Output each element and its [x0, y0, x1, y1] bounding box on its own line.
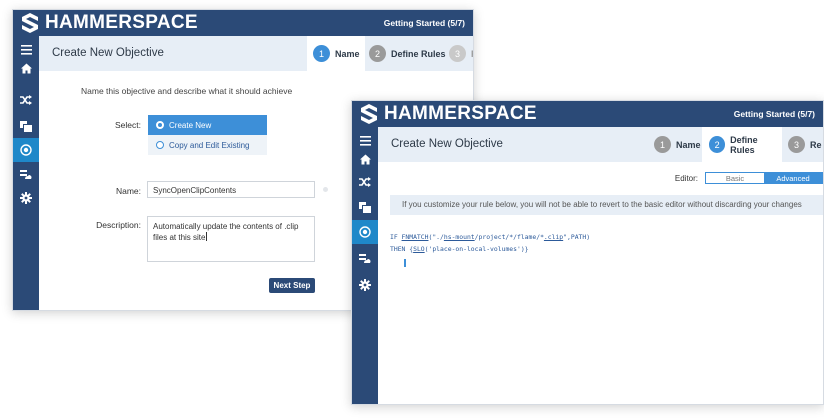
- step-review[interactable]: 3 Re: [788, 127, 822, 162]
- radio-dot: [156, 141, 164, 149]
- step-label: Define Rules: [391, 48, 446, 59]
- brand-name: HAMMERSPACE: [384, 103, 537, 124]
- step-define-rules[interactable]: 2 Define Rules: [369, 36, 446, 71]
- target-icon[interactable]: [13, 138, 39, 162]
- target-icon[interactable]: [352, 220, 378, 244]
- next-step-button[interactable]: Next Step: [269, 278, 315, 293]
- editor-label: Editor:: [674, 173, 698, 183]
- step-label: Name: [335, 48, 360, 59]
- code-line: THEN {SLO('place-on-local-volumes')}: [390, 245, 529, 253]
- basic-editor-button[interactable]: Basic: [706, 173, 764, 183]
- step-number: 3: [788, 136, 805, 153]
- hammerspace-logo[interactable]: HAMMERSPACE: [13, 10, 198, 36]
- editor-mode-toggle: Basic Advanced: [705, 172, 823, 184]
- description-text: Automatically update the contents of .cl…: [153, 222, 299, 242]
- rule-code-editor[interactable]: IF FNMATCH("./hs-mount/project/*/flame/*…: [390, 231, 590, 255]
- step-number: 2: [369, 45, 386, 62]
- editor-mode-row: Editor: Basic Advanced: [675, 172, 823, 184]
- step-name[interactable]: 1 Name: [654, 127, 701, 162]
- name-label: Name:: [115, 186, 141, 196]
- select-label: Select:: [115, 120, 141, 130]
- getting-started-progress[interactable]: Getting Started (5/7): [734, 101, 815, 127]
- name-input[interactable]: SyncOpenClipContents: [147, 181, 315, 198]
- intro-text: Name this objective and describe what it…: [81, 86, 293, 96]
- advanced-editor-button[interactable]: Advanced: [764, 173, 822, 183]
- step-label: Re: [471, 49, 473, 59]
- copy-edit-existing-radio[interactable]: Copy and Edit Existing: [148, 135, 267, 155]
- cloud-stack-icon[interactable]: [352, 246, 378, 270]
- step-define-rules[interactable]: 2 Define Rules: [702, 127, 782, 162]
- create-objective-window-define-rules-step: HAMMERSPACE Getting Started (5/7) Create…: [351, 100, 824, 405]
- brand-name: HAMMERSPACE: [45, 12, 198, 33]
- files-icon[interactable]: [352, 195, 378, 219]
- gear-icon[interactable]: [352, 273, 378, 297]
- radio-dot: [156, 121, 164, 129]
- text-cursor: [404, 259, 406, 267]
- step-name[interactable]: 1 Name: [307, 36, 365, 71]
- hammerspace-logo-icon: [22, 13, 38, 33]
- home-icon[interactable]: [352, 147, 378, 171]
- shuffle-icon[interactable]: [13, 88, 39, 112]
- gear-icon[interactable]: [13, 186, 39, 210]
- code-line: IF FNMATCH("./hs-mount/project/*/flame/*…: [390, 233, 591, 241]
- cloud-stack-icon[interactable]: [13, 162, 39, 186]
- create-new-radio[interactable]: Create New: [148, 115, 267, 135]
- advanced-editor-warning: If you customize your rule below, you wi…: [390, 195, 823, 215]
- hammerspace-logo[interactable]: HAMMERSPACE: [352, 101, 537, 127]
- main-panel: Create New Objective 1 Name 2 Define Rul…: [378, 127, 823, 404]
- description-textarea[interactable]: Automatically update the contents of .cl…: [147, 216, 315, 262]
- step-number: 2: [709, 136, 726, 153]
- shuffle-icon[interactable]: [352, 170, 378, 194]
- description-label: Description:: [96, 220, 141, 230]
- getting-started-progress[interactable]: Getting Started (5/7): [384, 10, 465, 36]
- step-number: 3: [449, 45, 466, 62]
- text-cursor: [206, 232, 208, 241]
- page-title: Create New Objective: [52, 47, 164, 59]
- step-number: 1: [654, 136, 671, 153]
- top-bar: HAMMERSPACE Getting Started (5/7): [352, 101, 823, 127]
- field-status-dot: [323, 187, 328, 192]
- hammerspace-logo-icon: [361, 104, 377, 124]
- step-label: Re: [810, 139, 822, 150]
- step-label: Define Rules: [730, 134, 758, 155]
- step-number: 1: [313, 45, 330, 62]
- copy-edit-existing-label: Copy and Edit Existing: [169, 140, 250, 150]
- step-label: Name: [676, 139, 701, 150]
- home-icon[interactable]: [13, 56, 39, 80]
- create-new-label: Create New: [169, 120, 212, 130]
- top-bar: HAMMERSPACE Getting Started (5/7): [13, 10, 473, 36]
- step-review[interactable]: 3 Re: [449, 36, 473, 71]
- page-title: Create New Objective: [391, 138, 503, 150]
- sidebar: [13, 36, 39, 310]
- sidebar: [352, 127, 378, 404]
- page-header: Create New Objective 1 Name 2 Define Rul…: [39, 36, 473, 71]
- files-icon[interactable]: [13, 114, 39, 138]
- page-header: Create New Objective 1 Name 2 Define Rul…: [378, 127, 823, 162]
